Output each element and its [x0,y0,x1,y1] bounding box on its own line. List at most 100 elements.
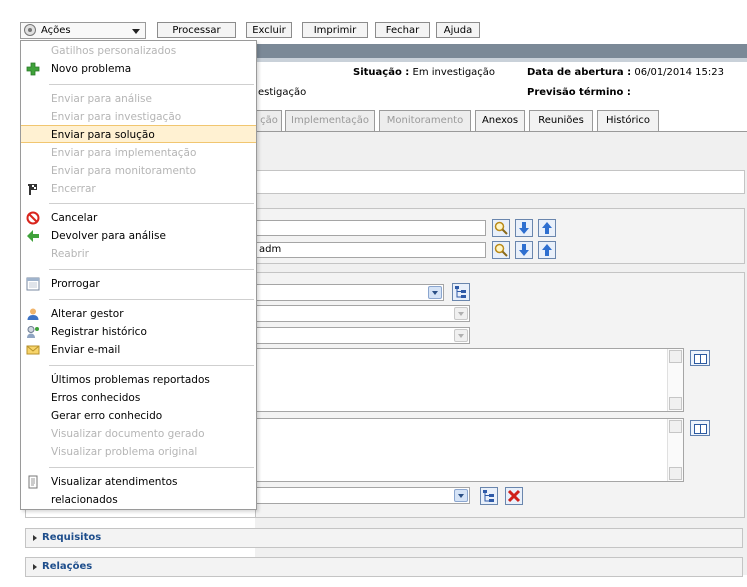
scrollbar[interactable] [667,349,683,411]
field-1-input[interactable] [256,220,486,236]
search-icon[interactable] [492,241,510,259]
document-icon [28,475,38,489]
header-band-shadow [255,58,747,62]
arrow-down-icon[interactable] [515,219,533,237]
tab-reunioes[interactable]: Reuniões [529,110,593,132]
menu-item-label: Enviar para implementação [51,147,197,159]
menu-item-erros-conhecidos[interactable]: Erros conhecidos [21,389,256,407]
chevron-down-icon [454,307,468,320]
menu-item-visualizar-documento[interactable]: Visualizar documento gerado [21,425,256,443]
tab-monitoramento[interactable]: Monitoramento [379,110,471,132]
menu-item-novo-problema[interactable]: Novo problema [21,60,256,78]
menu-item-encerrar[interactable]: Encerrar [21,180,256,198]
tab-implementacao[interactable]: Implementação [285,110,375,132]
arrow-down-icon[interactable] [515,241,533,259]
menu-item-label: Enviar para solução [51,129,155,141]
menu-item-enviar-email[interactable]: Enviar e-mail [21,341,256,359]
scroll-down-button[interactable] [669,467,682,480]
subcategory-select[interactable] [256,305,470,322]
menu-item-label: Gatilhos personalizados [51,45,177,57]
acoes-dropdown-button[interactable]: Ações [20,22,146,39]
menu-item-label: Novo problema [51,63,132,75]
previsao-label: Previsão término : [527,87,631,98]
form-bottom-border [25,517,745,518]
processar-button[interactable]: Processar [157,22,236,38]
menu-item-enviar-monitoramento[interactable]: Enviar para monitoramento [21,162,256,180]
field-2-input[interactable]: adm [256,242,486,258]
imprimir-button[interactable]: Imprimir [302,22,368,38]
menu-item-label: Registrar histórico [51,326,147,338]
menu-item-alterar-gestor[interactable]: Alterar gestor [21,305,256,323]
section-relacoes[interactable]: Relações [25,557,743,577]
menu-item-prorrogar[interactable]: Prorrogar [21,275,256,293]
chevron-down-icon [428,286,442,299]
data-abertura-value: 06/01/2014 15:23 [634,67,724,78]
menu-item-enviar-implementacao[interactable]: Enviar para implementação [21,144,256,162]
menu-item-enviar-analise[interactable]: Enviar para análise [21,90,256,108]
scroll-down-button[interactable] [669,397,682,410]
menu-item-gerar-erro-conhecido[interactable]: Gerar erro conhecido [21,407,256,425]
delete-icon[interactable] [505,487,523,505]
arrow-up-icon[interactable] [538,241,556,259]
chevron-down-icon [454,329,468,342]
menu-item-relacionados[interactable]: relacionados [21,491,256,509]
menu-item-reabrir[interactable]: Reabrir [21,245,256,263]
menu-item-enviar-investigacao[interactable]: Enviar para investigação [21,108,256,126]
plus-icon [26,62,40,76]
scroll-up-button[interactable] [669,350,682,363]
menu-separator [49,203,254,204]
arrow-up-icon[interactable] [538,219,556,237]
chevron-down-icon [454,489,468,502]
tab-solucao[interactable]: ção [256,110,282,132]
menu-separator [49,299,254,300]
arrow-left-icon [27,230,39,242]
menu-separator [49,467,254,468]
chevron-down-icon [132,29,140,34]
field-2-value: adm [259,244,282,255]
menu-item-label: relacionados [51,494,118,506]
scrollbar[interactable] [667,419,683,481]
fechar-button[interactable]: Fechar [375,22,430,38]
menu-item-registrar-historico[interactable]: Registrar histórico [21,323,256,341]
related-select[interactable] [256,487,470,504]
menu-item-label: Enviar para investigação [51,111,182,123]
search-icon[interactable] [492,219,510,237]
menu-item-enviar-solucao[interactable]: Enviar para solução [21,125,256,143]
data-abertura-row: Data de abertura : 06/01/2014 15:23 [527,67,724,78]
ajuda-button[interactable]: Ajuda [436,22,480,38]
menu-item-devolver-analise[interactable]: Devolver para análise [21,227,256,245]
scroll-up-button[interactable] [669,420,682,433]
status-partial: estigação [258,87,307,98]
book-icon[interactable] [690,420,710,436]
menu-item-label: Enviar para monitoramento [51,165,197,177]
excluir-button[interactable]: Excluir [246,22,292,38]
category-select[interactable] [256,284,444,301]
section-requisitos-title: Requisitos [42,532,102,543]
notes-textarea[interactable] [256,418,684,482]
tab-anexos[interactable]: Anexos [475,110,525,132]
menu-item-ultimos-problemas[interactable]: Últimos problemas reportados [21,371,256,389]
situacao-label: Situação : [353,67,410,78]
menu-item-label: Visualizar atendimentos [51,476,178,488]
user-icon [27,308,39,320]
menu-item-gatilhos[interactable]: Gatilhos personalizados [21,42,256,60]
acoes-menu: Gatilhos personalizados Novo problema En… [20,40,257,510]
menu-item-cancelar[interactable]: Cancelar [21,209,256,227]
menu-item-visualizar-problema-original[interactable]: Visualizar problema original [21,443,256,461]
menu-item-visualizar-atendimentos[interactable]: Visualizar atendimentos [21,473,256,491]
section-requisitos[interactable]: Requisitos [25,528,743,548]
tab-historico[interactable]: Histórico [597,110,659,132]
tree-icon[interactable] [452,283,470,301]
close-flag-icon [28,184,37,195]
menu-separator [49,269,254,270]
data-abertura-label: Data de abertura : [527,67,632,78]
description-textarea[interactable] [256,348,684,412]
menu-item-label: Cancelar [51,212,98,224]
header-band [255,44,747,58]
situacao-value: Em investigação [412,67,496,78]
book-icon[interactable] [690,350,710,366]
menu-item-label: Erros conhecidos [51,392,141,404]
tree-icon[interactable] [480,487,498,505]
menu-item-label: Gerar erro conhecido [51,410,163,422]
item-select[interactable] [256,327,470,344]
